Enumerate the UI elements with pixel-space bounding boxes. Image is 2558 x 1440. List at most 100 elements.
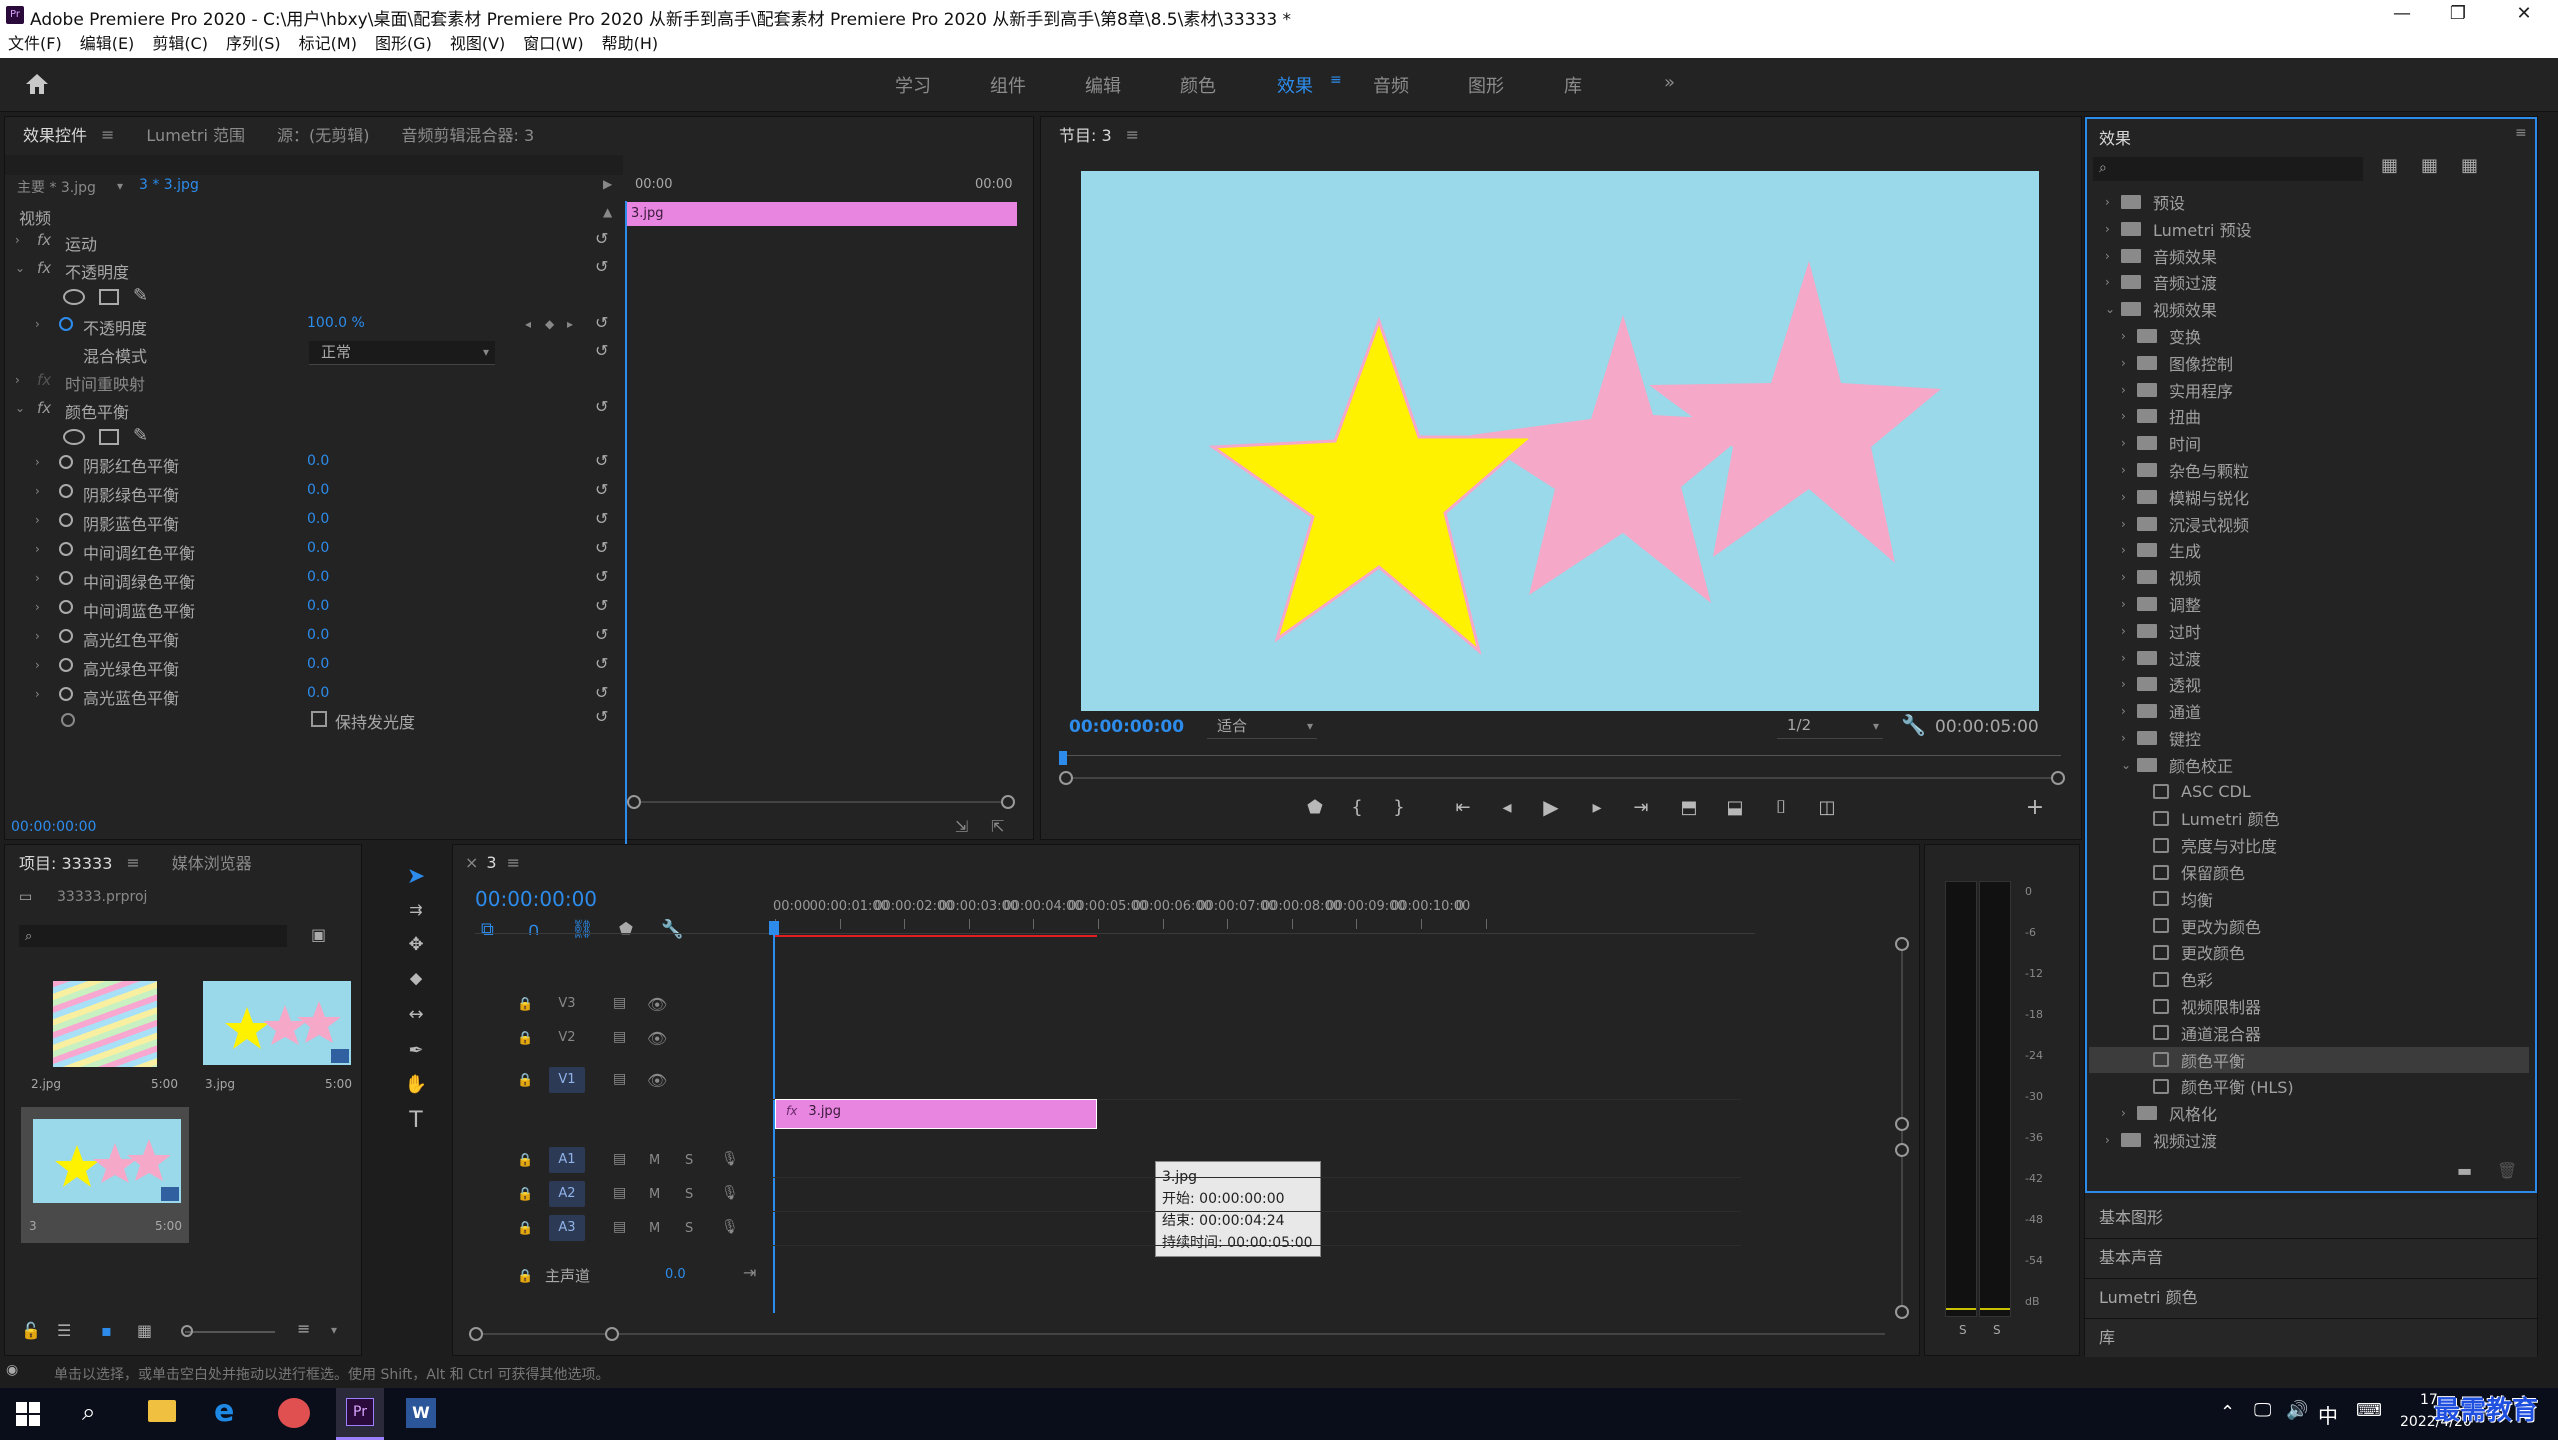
sync-lock-icon[interactable]: ▤ — [613, 1071, 626, 1087]
effects-tree-item[interactable]: › 音频效果 — [2089, 243, 2529, 269]
network-icon[interactable]: 🖵 — [2254, 1400, 2271, 1421]
mark-out-icon[interactable]: } — [1383, 797, 1415, 818]
reset-motion-icon[interactable]: ↺ — [595, 229, 608, 248]
ellipse-mask-icon[interactable] — [63, 289, 85, 305]
blend-mode-select[interactable]: 正常 ▾ — [309, 341, 495, 365]
stopwatch-icon[interactable] — [61, 713, 75, 727]
thumbnail-size-slider[interactable] — [185, 1331, 275, 1333]
ripple-edit-tool-icon[interactable]: ✥ — [400, 934, 432, 955]
workspace-editing[interactable]: 编辑 — [1085, 72, 1121, 98]
stopwatch-icon[interactable] — [59, 687, 73, 701]
resolution-select[interactable]: 1/2 ▾ — [1777, 715, 1883, 739]
extract-icon[interactable]: ⬓ — [1719, 797, 1751, 818]
expand-time-remap-icon[interactable]: › — [15, 373, 20, 387]
effects-tree-item[interactable]: › 透视 — [2089, 671, 2529, 697]
sort-dropdown-icon[interactable]: ▾ — [331, 1323, 337, 1337]
lift-icon[interactable]: ⬒ — [1673, 797, 1705, 818]
effects-tree-item[interactable]: 颜色平衡 (HLS) — [2089, 1073, 2529, 1099]
expand-param-icon[interactable]: › — [35, 542, 40, 556]
menu-graphics[interactable]: 图形(G) — [375, 30, 432, 58]
reset-opacity-value-icon[interactable]: ↺ — [595, 313, 608, 332]
scroll-up-icon[interactable]: ▲ — [603, 205, 612, 219]
work-area-bar[interactable] — [775, 935, 1097, 937]
effects-tree-item[interactable]: › 音频过渡 — [2089, 269, 2529, 295]
libraries-panel[interactable]: 库 — [2085, 1319, 2537, 1357]
effects-tree-item[interactable]: › 沉浸式视频 — [2089, 511, 2529, 537]
effects-tree-item[interactable]: › 调整 — [2089, 591, 2529, 617]
volume-icon[interactable]: 🔊 — [2286, 1400, 2308, 1421]
pen-mask-icon[interactable]: ✎ — [133, 425, 148, 446]
chevron-right-icon[interactable]: › — [2105, 1133, 2121, 1147]
fx-badge-icon[interactable]: fx — [37, 231, 51, 249]
menu-view[interactable]: 视图(V) — [450, 30, 505, 58]
effects-tree-item[interactable]: › 生成 — [2089, 537, 2529, 563]
sync-lock-icon[interactable]: ▤ — [613, 1219, 626, 1235]
chevron-right-icon[interactable]: › — [2121, 329, 2137, 343]
param-value[interactable]: 0.0 — [307, 598, 329, 614]
preserve-luminosity-checkbox[interactable] — [311, 711, 327, 727]
reset-param-icon[interactable]: ↺ — [595, 596, 608, 615]
essential-graphics-panel[interactable]: 基本图形 — [2085, 1199, 2537, 1239]
stopwatch-icon[interactable] — [59, 600, 73, 614]
reset-preserve-icon[interactable]: ↺ — [595, 707, 608, 726]
tab-media-browser[interactable]: 媒体浏览器 — [172, 850, 252, 874]
effects-tree-item[interactable]: › 实用程序 — [2089, 377, 2529, 403]
keyboard-icon[interactable]: ⌨ — [2356, 1400, 2382, 1421]
workspace-color[interactable]: 颜色 — [1180, 72, 1216, 98]
ec-zoom-scrollbar[interactable] — [633, 801, 1011, 803]
track-target-button[interactable]: V1 — [549, 1067, 585, 1093]
expand-param-icon[interactable]: › — [35, 484, 40, 498]
expand-param-icon[interactable]: › — [35, 571, 40, 585]
prev-keyframe-icon[interactable]: ◂ — [525, 317, 531, 331]
effects-tree-item[interactable]: › 模糊与锐化 — [2089, 484, 2529, 510]
stopwatch-icon[interactable] — [59, 629, 73, 643]
effects-tree-item[interactable]: › 视频过渡 — [2089, 1127, 2529, 1153]
param-value[interactable]: 0.0 — [307, 656, 329, 672]
workspace-graphics[interactable]: 图形 — [1468, 72, 1504, 98]
export-icon[interactable]: ⇱ — [991, 817, 1004, 836]
list-view-icon[interactable]: ☰ — [57, 1321, 71, 1340]
wrench-settings-icon[interactable]: 🔧 — [1901, 713, 1926, 737]
solo-right-button[interactable]: S — [1993, 1323, 2001, 1337]
solo-button[interactable]: S — [685, 1187, 693, 1202]
zoom-handle-right[interactable] — [2051, 771, 2065, 785]
effects-tree-item[interactable]: 保留颜色 — [2089, 859, 2529, 885]
panel-menu-icon[interactable]: ≡ — [507, 853, 520, 872]
chevron-right-icon[interactable]: › — [2105, 195, 2121, 209]
param-value[interactable]: 0.0 — [307, 482, 329, 498]
chevron-right-icon[interactable]: › — [2121, 463, 2137, 477]
next-keyframe-icon[interactable]: ▸ — [567, 317, 573, 331]
tab-lumetri-scopes[interactable]: Lumetri 范围 — [146, 122, 245, 146]
sequence-clip-label[interactable]: 3 * 3.jpg — [139, 177, 199, 193]
time-remap-effect[interactable]: 时间重映射 — [65, 371, 145, 395]
track-select-tool-icon[interactable]: ⇉ — [400, 900, 432, 919]
eye-icon[interactable]: 👁 — [647, 995, 667, 1014]
chevron-down-icon[interactable]: ▾ — [117, 179, 123, 193]
program-playhead[interactable] — [1059, 751, 1067, 765]
workspace-libraries[interactable]: 库 — [1564, 72, 1582, 98]
effects-tree-item[interactable]: › 变换 — [2089, 323, 2529, 349]
mark-in-icon[interactable]: { — [1341, 797, 1373, 818]
effects-tree-item[interactable]: ⌄ 颜色校正 — [2089, 752, 2529, 778]
effects-tree-item[interactable]: › 过渡 — [2089, 645, 2529, 671]
effects-tree-item[interactable]: 视频限制器 — [2089, 993, 2529, 1019]
reset-blend-icon[interactable]: ↺ — [595, 341, 608, 360]
ec-playhead[interactable] — [625, 201, 627, 901]
app-icon[interactable] — [278, 1398, 310, 1428]
project-search-input[interactable]: ⌕ — [19, 925, 287, 947]
go-to-in-icon[interactable]: ⇤ — [1447, 797, 1479, 818]
solo-left-button[interactable]: S — [1959, 1323, 1967, 1337]
sync-lock-icon[interactable]: ▤ — [613, 1185, 626, 1201]
thumbnail-3jpg[interactable] — [203, 981, 351, 1065]
go-to-out-icon[interactable]: ⇥ — [1625, 797, 1657, 818]
ec-timecode[interactable]: 00:00:00:00 — [11, 819, 96, 835]
word-taskbar-icon[interactable]: W — [406, 1398, 436, 1428]
chevron-right-icon[interactable]: › — [2121, 624, 2137, 638]
chevron-down-icon[interactable]: ⌄ — [2105, 302, 2121, 316]
minimize-button[interactable]: — — [2374, 0, 2430, 30]
chevron-right-icon[interactable]: › — [2121, 383, 2137, 397]
effects-tree-item[interactable]: Lumetri 颜色 — [2089, 805, 2529, 831]
effects-tree-item[interactable]: 亮度与对比度 — [2089, 832, 2529, 858]
vscroll-handle-bottom[interactable] — [1895, 1305, 1909, 1319]
chevron-right-icon[interactable]: › — [2121, 356, 2137, 370]
